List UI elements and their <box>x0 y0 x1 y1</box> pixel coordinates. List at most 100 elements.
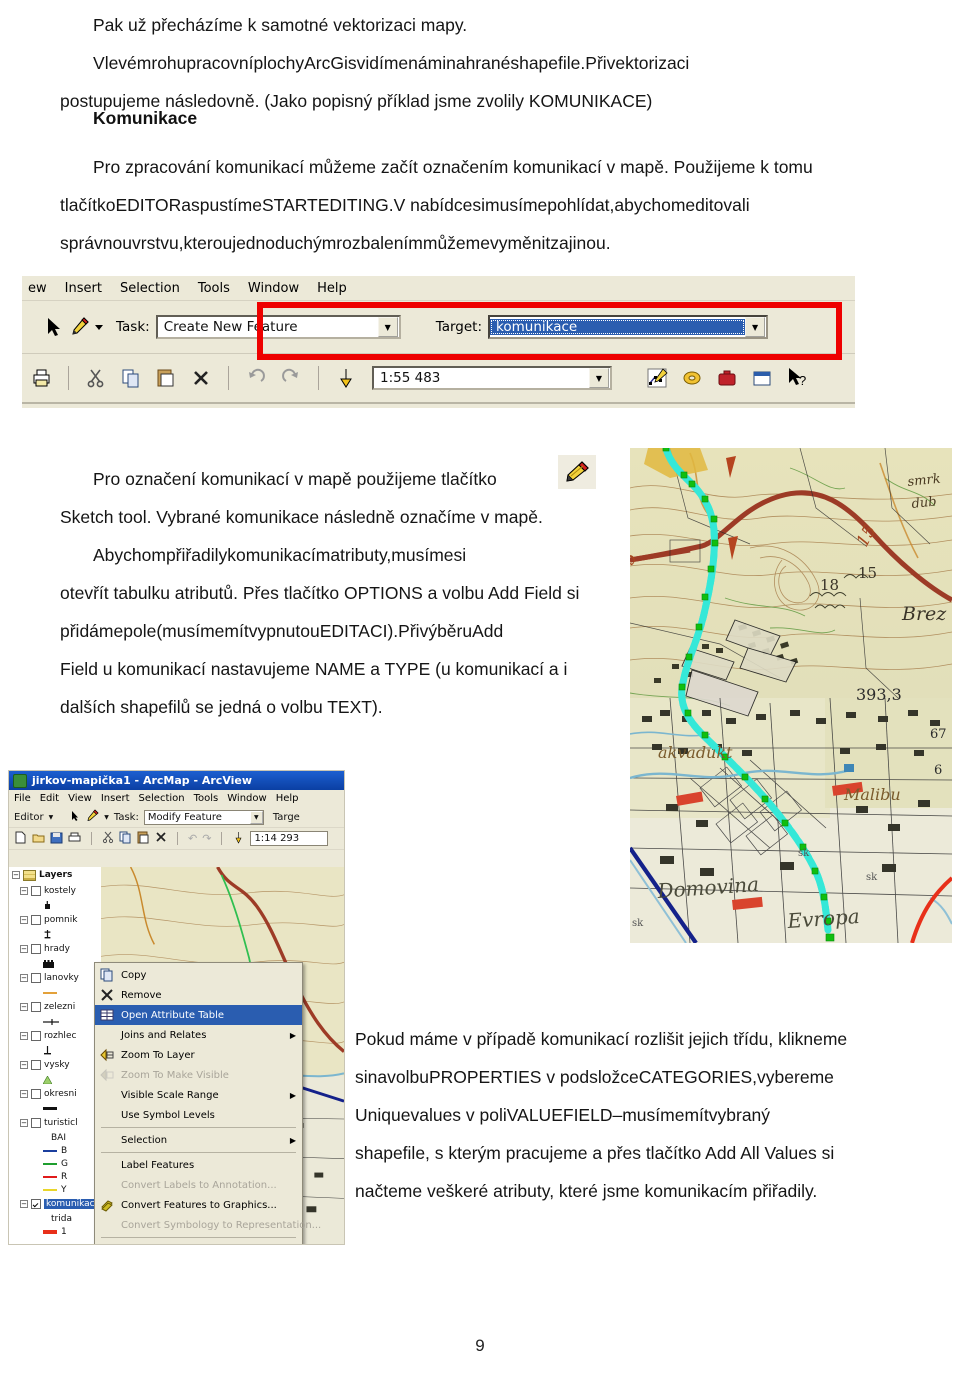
new-document-icon[interactable] <box>14 831 27 847</box>
editor-menu-button[interactable]: Editor <box>14 812 44 823</box>
toc-layer-komunikace[interactable]: − komunikace <box>9 1196 101 1212</box>
edit-vertices-icon[interactable] <box>644 365 670 391</box>
sketch-pencil-icon[interactable] <box>66 314 92 340</box>
toc-layer-rozhlec[interactable]: − rozhlec <box>9 1028 101 1044</box>
chevron-down-icon[interactable]: ▼ <box>249 810 263 824</box>
arcmap-menu-tools[interactable]: Tools <box>194 793 219 804</box>
arcmap-menu-view[interactable]: View <box>68 793 92 804</box>
context-menu-item-use-symbol-levels[interactable]: Use Symbol Levels <box>95 1105 302 1125</box>
layer-checkbox[interactable] <box>31 944 41 954</box>
menu-item-insert[interactable]: Insert <box>65 281 102 296</box>
arcmap-select-arrow-icon[interactable] <box>69 810 81 825</box>
hyperlink-icon[interactable] <box>679 365 705 391</box>
help-pointer-icon[interactable]: ? <box>784 365 810 391</box>
toc-layer-hrady[interactable]: − hrady <box>9 941 101 957</box>
save-icon[interactable] <box>50 831 63 847</box>
toolbox-icon[interactable] <box>714 365 740 391</box>
toc-layer-zelezni[interactable]: − zelezni <box>9 999 101 1015</box>
layer-checkbox[interactable] <box>31 1060 41 1070</box>
arcmap-menu-help[interactable]: Help <box>276 793 299 804</box>
delete-x-icon[interactable] <box>155 831 167 846</box>
context-menu-item-selection[interactable]: Selection ▶ <box>95 1130 302 1150</box>
layer-checkbox[interactable] <box>31 1118 41 1128</box>
menu-label: Joins and Relates <box>121 1029 207 1041</box>
context-menu-item-remove[interactable]: Remove <box>95 985 302 1005</box>
collapse-icon[interactable]: − <box>20 945 28 953</box>
toc-layer-lanovky[interactable]: − lanovky <box>9 970 101 986</box>
collapse-icon[interactable]: − <box>20 887 28 895</box>
collapse-icon[interactable]: − <box>20 974 28 982</box>
chevron-down-icon[interactable]: ▼ <box>589 368 609 388</box>
chevron-down-icon[interactable]: ▼ <box>377 317 398 337</box>
context-menu-item-copy[interactable]: Copy <box>95 965 302 985</box>
collapse-icon[interactable]: − <box>20 1061 28 1069</box>
add-data-icon[interactable] <box>333 365 359 391</box>
arcmap-menu-file[interactable]: File <box>14 793 31 804</box>
toc-layer-vysky[interactable]: − vysky <box>9 1057 101 1073</box>
collapse-icon[interactable]: − <box>20 1200 28 1208</box>
layer-checkbox[interactable] <box>31 1031 41 1041</box>
context-menu-item-label-features[interactable]: Label Features <box>95 1155 302 1175</box>
chevron-down-icon[interactable]: ▼ <box>745 317 766 337</box>
toc-layer-pomnik[interactable]: − pomnik <box>9 912 101 928</box>
arcmap-scale-combobox[interactable]: 1:14 293 <box>250 831 329 846</box>
context-menu-item-open-attribute-table[interactable]: Open Attribute Table <box>95 1005 302 1025</box>
toc-layer-turisticl[interactable]: − turisticl <box>9 1115 101 1131</box>
toc-root-layers[interactable]: − Layers <box>9 867 101 883</box>
context-menu-item-zoom-to-layer[interactable]: Zoom To Layer <box>95 1045 302 1065</box>
open-folder-icon[interactable] <box>32 831 45 847</box>
arcmap-menu-window[interactable]: Window <box>227 793 266 804</box>
editor-dropdown-arrow-icon[interactable]: ▼ <box>49 814 54 821</box>
collapse-icon[interactable]: − <box>20 1119 28 1127</box>
menu-item-selection[interactable]: Selection <box>120 281 180 296</box>
print-icon[interactable] <box>68 831 81 847</box>
context-menu-item-visible-scale-range[interactable]: Visible Scale Range ▶ <box>95 1085 302 1105</box>
menu-item-help[interactable]: Help <box>317 281 347 296</box>
menu-item-tools[interactable]: Tools <box>198 281 230 296</box>
cablecar-line-swatch <box>43 991 57 994</box>
paste-icon[interactable] <box>137 831 150 847</box>
target-combobox[interactable]: komunikace ▼ <box>488 315 769 339</box>
map-scale-combobox[interactable]: 1:55 483 ▼ <box>372 366 612 390</box>
collapse-icon[interactable]: − <box>12 871 20 879</box>
layer-checkbox[interactable] <box>31 915 41 925</box>
collapse-icon[interactable]: − <box>20 1003 28 1011</box>
context-menu-item-joins-and-relates[interactable]: Joins and Relates ▶ <box>95 1025 302 1045</box>
cut-icon[interactable] <box>83 365 109 391</box>
layer-checkbox[interactable] <box>31 886 41 896</box>
add-data-icon[interactable] <box>232 831 245 847</box>
layer-checkbox[interactable] <box>31 1089 41 1099</box>
delete-x-icon[interactable] <box>188 365 214 391</box>
layer-checkbox[interactable] <box>31 1199 41 1209</box>
arcmap-menu-selection[interactable]: Selection <box>139 793 185 804</box>
layer-checkbox[interactable] <box>31 973 41 983</box>
copy-icon[interactable] <box>118 365 144 391</box>
arcmap-task-combobox[interactable]: Modify Feature ▼ <box>143 809 264 825</box>
context-menu-item-data[interactable]: Data ▶ <box>95 1240 302 1244</box>
sketch-dropdown-arrow-icon[interactable] <box>92 314 106 340</box>
menu-item-view[interactable]: ew <box>28 281 47 296</box>
collapse-icon[interactable]: − <box>20 1032 28 1040</box>
select-arrow-icon[interactable] <box>40 314 66 340</box>
context-menu-item-convert-features-to-graphics[interactable]: Convert Features to Graphics... <box>95 1195 302 1215</box>
layer-checkbox[interactable] <box>31 1002 41 1012</box>
collapse-icon[interactable]: − <box>20 916 28 924</box>
toc-layer-kostely[interactable]: − kostely <box>9 883 101 899</box>
copy-icon[interactable] <box>119 831 132 847</box>
cut-icon[interactable] <box>102 831 114 847</box>
redo-icon[interactable] <box>278 365 304 391</box>
menu-item-window[interactable]: Window <box>248 281 299 296</box>
toc-layer-okresni[interactable]: − okresni <box>9 1086 101 1102</box>
arcmap-sketch-dropdown-icon[interactable]: ▼ <box>104 814 109 821</box>
collapse-icon[interactable]: − <box>20 1090 28 1098</box>
arcmap-menu-edit[interactable]: Edit <box>40 793 59 804</box>
task-combobox[interactable]: Create New Feature ▼ <box>155 315 401 339</box>
command-line-icon[interactable] <box>749 365 775 391</box>
arcmap-sketch-pencil-icon[interactable] <box>86 809 99 825</box>
arcmap-title-text: jirkov-mapička1 - ArcMap - ArcView <box>32 774 253 787</box>
print-icon[interactable] <box>28 365 54 391</box>
paste-icon[interactable] <box>153 365 179 391</box>
undo-icon[interactable] <box>243 365 269 391</box>
layer-context-menu[interactable]: Copy Remove Open Attribute Table Joins a… <box>94 962 321 1244</box>
arcmap-menu-insert[interactable]: Insert <box>101 793 130 804</box>
